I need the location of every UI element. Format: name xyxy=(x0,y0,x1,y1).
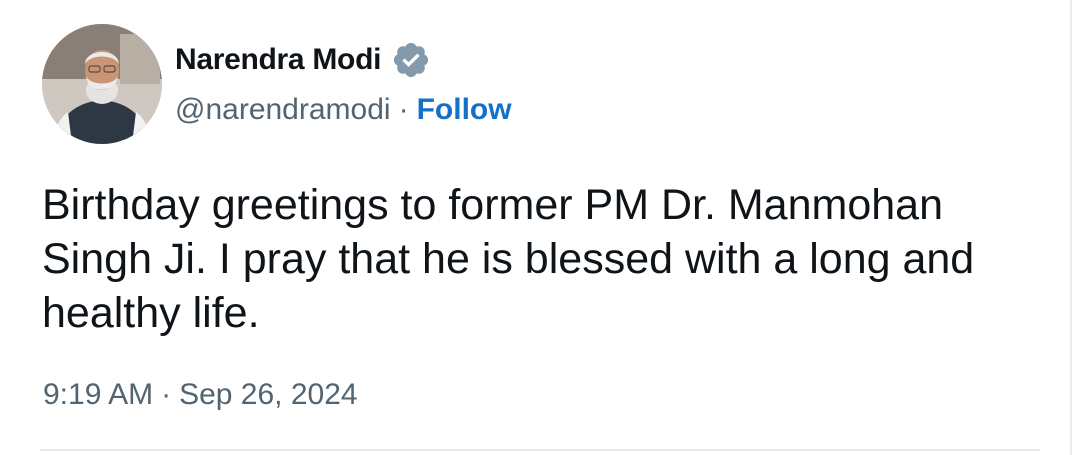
follow-button[interactable]: Follow xyxy=(417,93,512,127)
tweet-timestamp[interactable]: 9:19 AM · Sep 26, 2024 xyxy=(43,378,358,412)
tweet-card: Narendra Modi @narendramodi · Follow Bir… xyxy=(0,0,1080,455)
tweet-header: Narendra Modi @narendramodi · Follow xyxy=(175,38,512,132)
divider xyxy=(40,449,1040,451)
verified-badge-icon xyxy=(391,40,431,80)
avatar-image xyxy=(42,24,162,144)
separator-dot: · xyxy=(398,93,409,126)
display-name[interactable]: Narendra Modi xyxy=(175,43,381,77)
handle-row: @narendramodi · Follow xyxy=(175,88,512,132)
tweet-time: 9:19 AM xyxy=(43,378,154,411)
separator-dot: · xyxy=(161,378,172,411)
tweet-text: Birthday greetings to former PM Dr. Manm… xyxy=(42,181,975,337)
name-row: Narendra Modi xyxy=(175,38,512,82)
card-border xyxy=(1070,0,1072,455)
user-handle[interactable]: @narendramodi xyxy=(175,93,391,127)
tweet-date: Sep 26, 2024 xyxy=(179,378,358,411)
avatar[interactable] xyxy=(42,24,162,144)
